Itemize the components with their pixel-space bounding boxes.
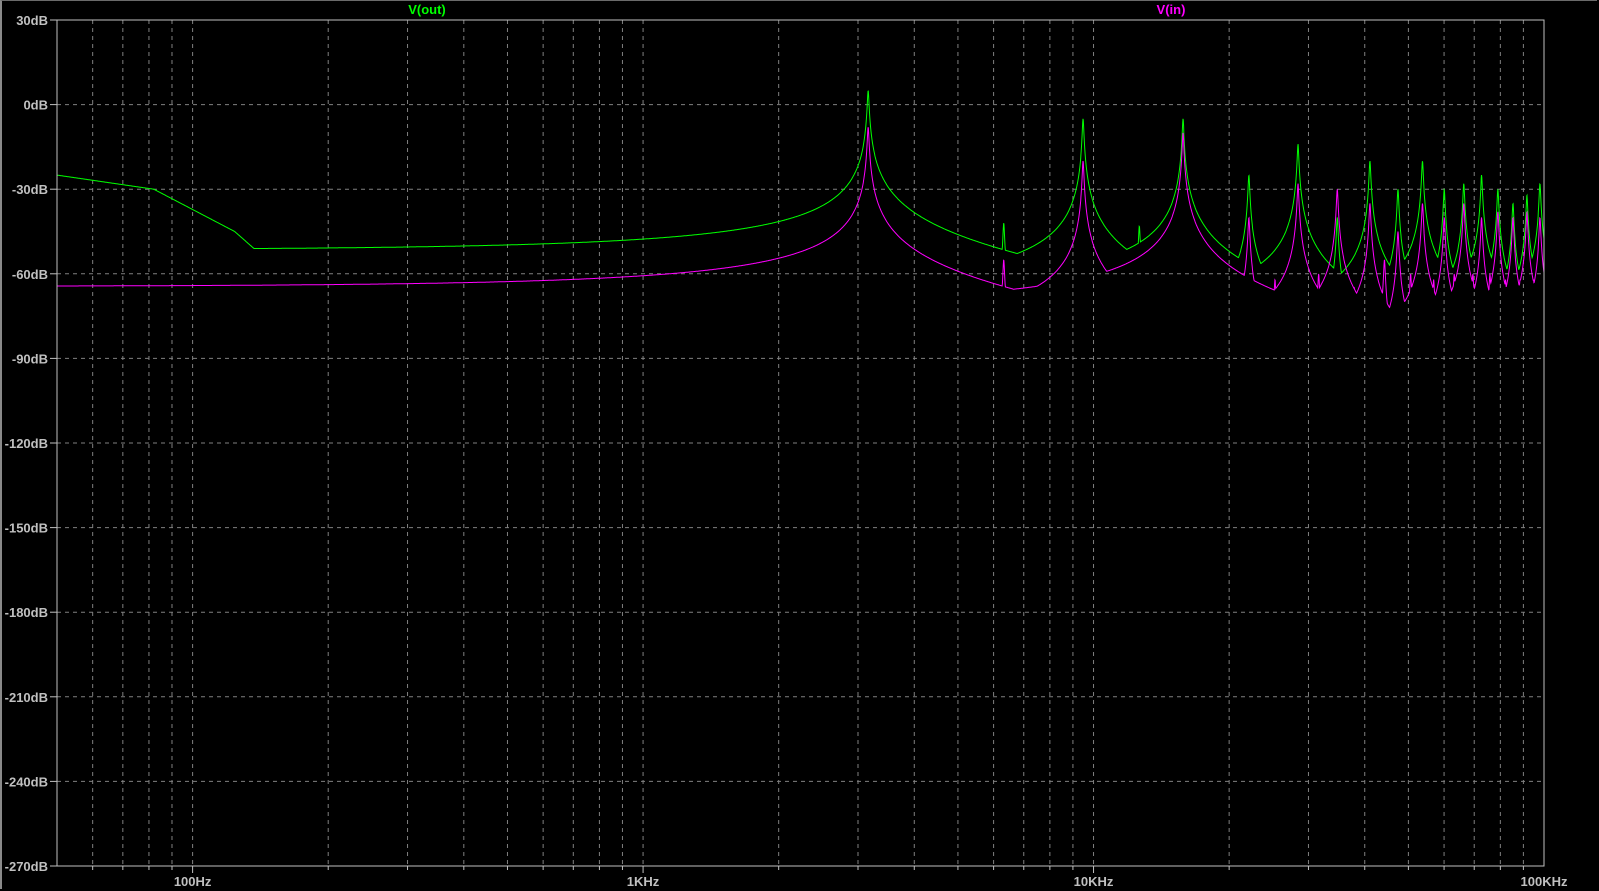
y-tick-label: -150dB bbox=[5, 521, 48, 536]
fft-plot: 30dB 0dB -30dB -60dB -90dB -120dB -150dB -180dB… bbox=[5, 2, 1568, 889]
trace-v-in bbox=[57, 127, 1545, 309]
traces bbox=[57, 90, 1545, 309]
x-tick-label: 100Hz bbox=[174, 874, 212, 889]
y-tick-label: -60dB bbox=[12, 267, 48, 282]
legend-v-in[interactable]: V(in) bbox=[1157, 2, 1186, 17]
grid bbox=[50, 19, 1544, 873]
y-tick-label: 30dB bbox=[16, 13, 48, 28]
trace-v-out bbox=[57, 90, 1545, 275]
y-tick-label: 0dB bbox=[23, 98, 48, 113]
y-tick-label: -90dB bbox=[12, 351, 48, 366]
x-tick-label: 1KHz bbox=[627, 874, 660, 889]
y-tick-label: -270dB bbox=[5, 859, 48, 874]
y-tick-label: -210dB bbox=[5, 690, 48, 705]
legend-v-out[interactable]: V(out) bbox=[408, 2, 446, 17]
plot-axis-box bbox=[56, 19, 1545, 867]
y-tick-label: -30dB bbox=[12, 182, 48, 197]
y-tick-label: -120dB bbox=[5, 436, 48, 451]
x-tick-label: 10KHz bbox=[1074, 874, 1114, 889]
x-tick-label: 100KHz bbox=[1521, 874, 1568, 889]
y-tick-label: -180dB bbox=[5, 605, 48, 620]
y-tick-label: -240dB bbox=[5, 774, 48, 789]
axis-labels: 30dB 0dB -30dB -60dB -90dB -120dB -150dB -180dB… bbox=[5, 13, 1568, 889]
